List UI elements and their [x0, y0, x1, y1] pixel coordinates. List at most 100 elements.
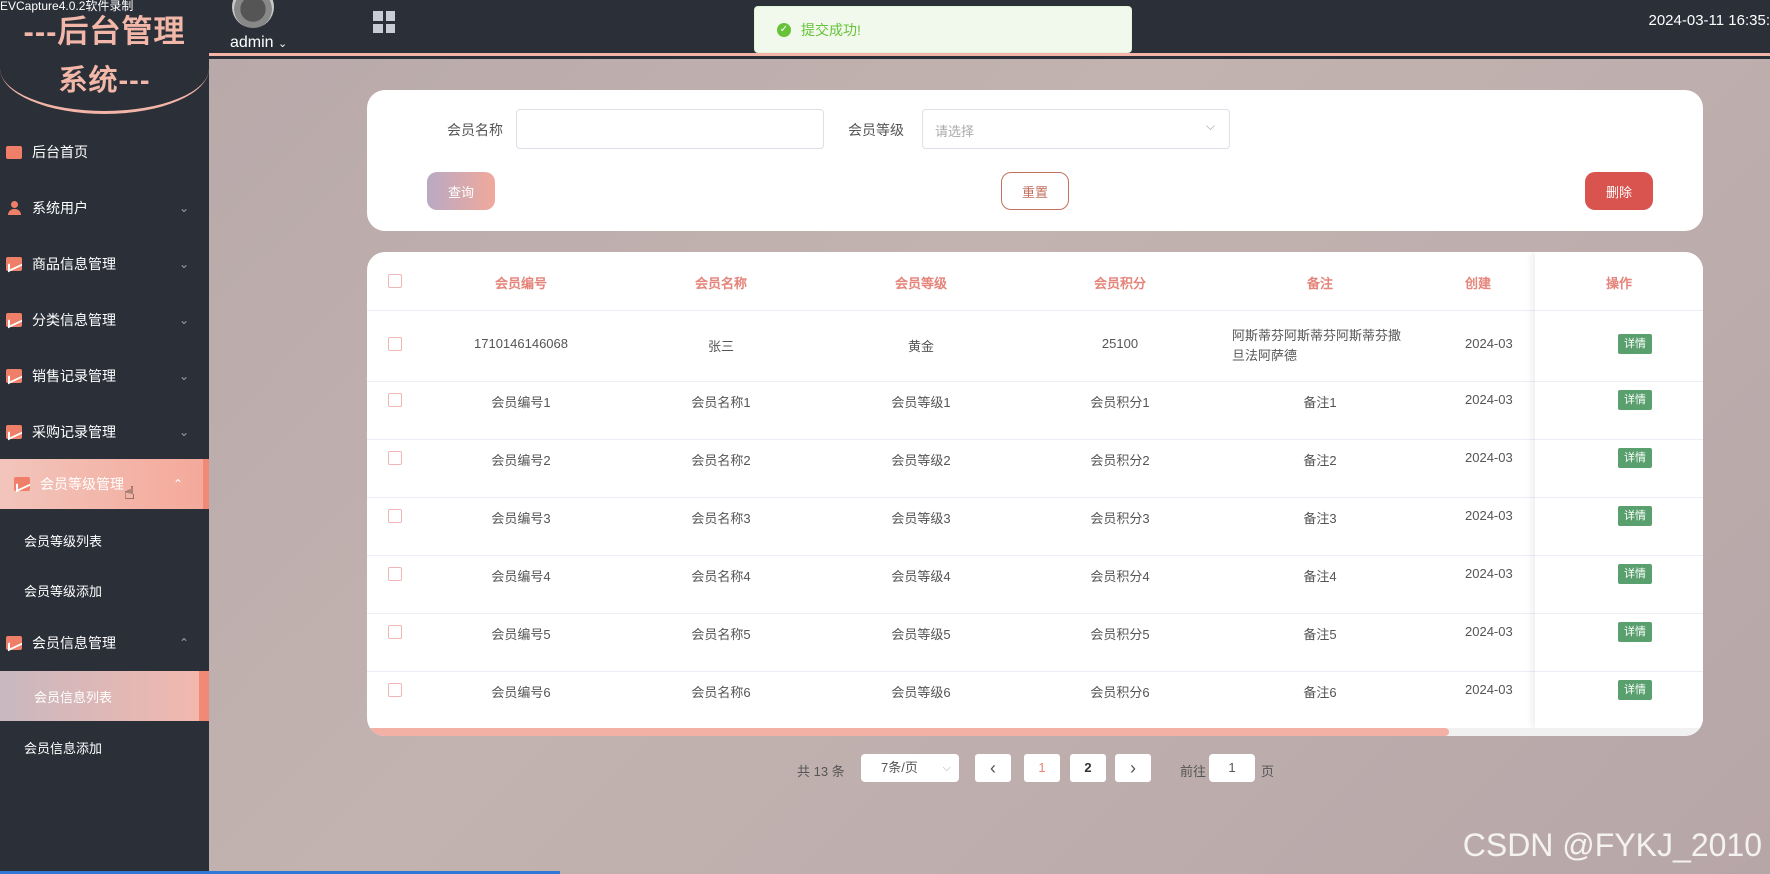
row-checkbox[interactable] [388, 625, 402, 639]
row-checkbox[interactable] [388, 683, 402, 697]
chevron-down-icon: ⌵ [942, 762, 951, 774]
cell-note: 备注5 [1303, 627, 1337, 642]
page-1-button[interactable]: 1 [1024, 754, 1060, 782]
cell-created: 2024-03 [1465, 336, 1513, 351]
member-table: 会员编号 会员名称 会员等级 会员积分 备注 创建 1710146146068 … [367, 252, 1703, 736]
page-size-select[interactable]: 7条/页 ⌵ [861, 754, 959, 782]
next-page-button[interactable]: › [1115, 754, 1151, 782]
chevron-up-icon: ⌃ [178, 636, 189, 650]
cell-note: 阿斯蒂芬阿斯蒂芬阿斯蒂芬撒旦法阿萨德 [1232, 328, 1402, 363]
goto-page-input[interactable]: 1 [1209, 754, 1255, 782]
operation-column: 操作 详情 详情 详情 详情 详情 详情 详情 [1535, 252, 1703, 728]
success-toast: ✓ 提交成功! [754, 6, 1132, 53]
query-button[interactable]: 查询 [427, 172, 495, 210]
sidebar-subitem-level-list[interactable]: 会员等级列表 [24, 531, 102, 550]
select-placeholder: 请选择 [935, 124, 975, 139]
logo-title-line2: 系统--- [58, 65, 151, 97]
datetime-display: 2024-03-11 16:35: [1648, 12, 1770, 29]
cell-id: 1710146146068 [474, 336, 568, 351]
row-checkbox[interactable] [388, 451, 402, 465]
sidebar-item-label: 商品信息管理 [32, 256, 116, 272]
grid-menu-icon[interactable] [373, 11, 395, 33]
user-icon [6, 201, 22, 215]
chart-icon [6, 257, 22, 271]
mouse-cursor-icon: ☝ [124, 483, 135, 503]
sidebar: 后台首页 系统用户 ⌄ 商品信息管理 ⌄ 分类信息管理 ⌄ 销售记录管理 ⌄ 采… [0, 56, 209, 874]
sidebar-item-label: 分类信息管理 [32, 312, 116, 328]
cell-level: 会员等级3 [891, 511, 951, 526]
sidebar-subitem-level-add[interactable]: 会员等级添加 [24, 581, 102, 600]
row-checkbox[interactable] [388, 337, 402, 351]
cell-note: 备注1 [1303, 395, 1337, 410]
horizontal-scrollbar[interactable] [367, 728, 1703, 736]
sidebar-item-label: 会员信息管理 [32, 635, 116, 651]
cell-note: 备注3 [1303, 511, 1337, 526]
chevron-down-icon: ⌄ [178, 425, 189, 439]
cell-id: 会员编号1 [491, 395, 551, 410]
username-dropdown[interactable]: admin ⌄ [230, 34, 287, 52]
page-size-value: 7条/页 [881, 760, 918, 775]
sidebar-item-system-users[interactable]: 系统用户 ⌄ [0, 183, 209, 233]
cell-id: 会员编号4 [491, 569, 551, 584]
sidebar-item-product[interactable]: 商品信息管理 ⌄ [0, 239, 209, 289]
cell-level: 会员等级5 [891, 627, 951, 642]
cell-name: 会员名称3 [691, 511, 751, 526]
cell-id: 会员编号6 [491, 685, 551, 700]
total-count: 共 13 条 [797, 764, 845, 779]
detail-button[interactable]: 详情 [1618, 506, 1652, 526]
detail-button[interactable]: 详情 [1618, 448, 1652, 468]
chart-icon [6, 313, 22, 327]
pagination: 共 13 条 7条/页 ⌵ ‹ 1 2 › 前往 1 页 [209, 754, 1770, 784]
reset-button[interactable]: 重置 [1001, 172, 1069, 210]
page-2-button[interactable]: 2 [1070, 754, 1106, 782]
capture-watermark: EVCapture4.0.2软件录制 [0, 0, 134, 13]
cell-id: 会员编号3 [491, 511, 551, 526]
sidebar-subitem-info-add[interactable]: 会员信息添加 [24, 738, 102, 757]
cell-points: 会员积分6 [1090, 685, 1150, 700]
sidebar-item-member-info[interactable]: 会员信息管理 ⌃ [0, 618, 209, 668]
cell-note: 备注4 [1303, 569, 1337, 584]
sidebar-item-label: 销售记录管理 [32, 368, 116, 384]
cell-level: 会员等级6 [891, 685, 951, 700]
sidebar-item-purchase[interactable]: 采购记录管理 ⌄ [0, 407, 209, 457]
detail-button[interactable]: 详情 [1618, 622, 1652, 642]
chart-icon [6, 425, 22, 439]
row-checkbox[interactable] [388, 509, 402, 523]
avatar[interactable] [232, 0, 274, 28]
check-circle-icon: ✓ [777, 22, 791, 37]
sidebar-item-member-level[interactable]: 会员等级管理 ⌃ [0, 459, 209, 509]
sidebar-subitem-info-list[interactable]: 会员信息列表 [0, 671, 209, 721]
row-checkbox[interactable] [388, 393, 402, 407]
cell-note: 备注6 [1303, 685, 1337, 700]
member-level-label: 会员等级 [848, 122, 904, 138]
cell-note: 备注2 [1303, 453, 1337, 468]
member-level-select[interactable]: 请选择 ⌵ [922, 109, 1230, 149]
select-all-checkbox[interactable] [388, 274, 402, 288]
row-checkbox[interactable] [388, 567, 402, 581]
detail-button[interactable]: 详情 [1618, 680, 1652, 700]
cell-name: 会员名称4 [691, 569, 751, 584]
cell-level: 黄金 [907, 339, 934, 354]
detail-button[interactable]: 详情 [1618, 334, 1652, 354]
cell-points: 会员积分1 [1090, 395, 1150, 410]
delete-button[interactable]: 删除 [1585, 172, 1653, 210]
cell-created: 2024-03 [1465, 624, 1513, 639]
sidebar-item-category[interactable]: 分类信息管理 ⌄ [0, 295, 209, 345]
cell-created: 2024-03 [1465, 450, 1513, 465]
prev-page-button[interactable]: ‹ [975, 754, 1011, 782]
scrollbar-thumb[interactable] [367, 728, 1449, 736]
column-header-level: 会员等级 [894, 276, 947, 291]
cell-points: 25100 [1101, 336, 1139, 351]
detail-button[interactable]: 详情 [1618, 564, 1652, 584]
chevron-down-icon: ⌄ [178, 313, 189, 327]
detail-button[interactable]: 详情 [1618, 390, 1652, 410]
cell-name: 会员名称1 [691, 395, 751, 410]
cell-id: 会员编号2 [491, 453, 551, 468]
username-label: admin [230, 34, 274, 51]
sidebar-item-sales[interactable]: 销售记录管理 ⌄ [0, 351, 209, 401]
member-name-input[interactable] [516, 109, 824, 149]
cell-name: 会员名称2 [691, 453, 751, 468]
sidebar-item-home[interactable]: 后台首页 [0, 127, 209, 177]
chevron-down-icon: ⌄ [178, 369, 189, 383]
sidebar-item-label: 采购记录管理 [32, 424, 116, 440]
